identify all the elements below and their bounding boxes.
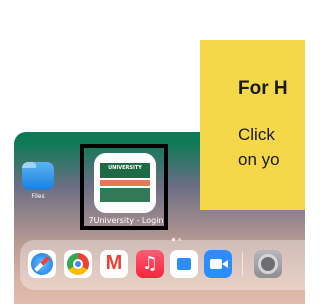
dock-divider: [242, 252, 243, 276]
music-icon[interactable]: ♫: [136, 250, 164, 278]
callout-body: Click on yo: [238, 122, 320, 172]
callout-title: For H: [238, 78, 288, 99]
calendar-icon[interactable]: [170, 250, 198, 278]
chrome-icon[interactable]: [64, 250, 92, 278]
callout-line-2: on yo: [238, 150, 280, 169]
instruction-callout: For H Click on yo: [200, 40, 305, 210]
callout-line-1: Click: [238, 125, 275, 144]
settings-icon[interactable]: [254, 250, 282, 278]
safari-icon[interactable]: [28, 250, 56, 278]
gmail-icon[interactable]: M: [100, 250, 128, 278]
zoom-icon[interactable]: [204, 250, 232, 278]
